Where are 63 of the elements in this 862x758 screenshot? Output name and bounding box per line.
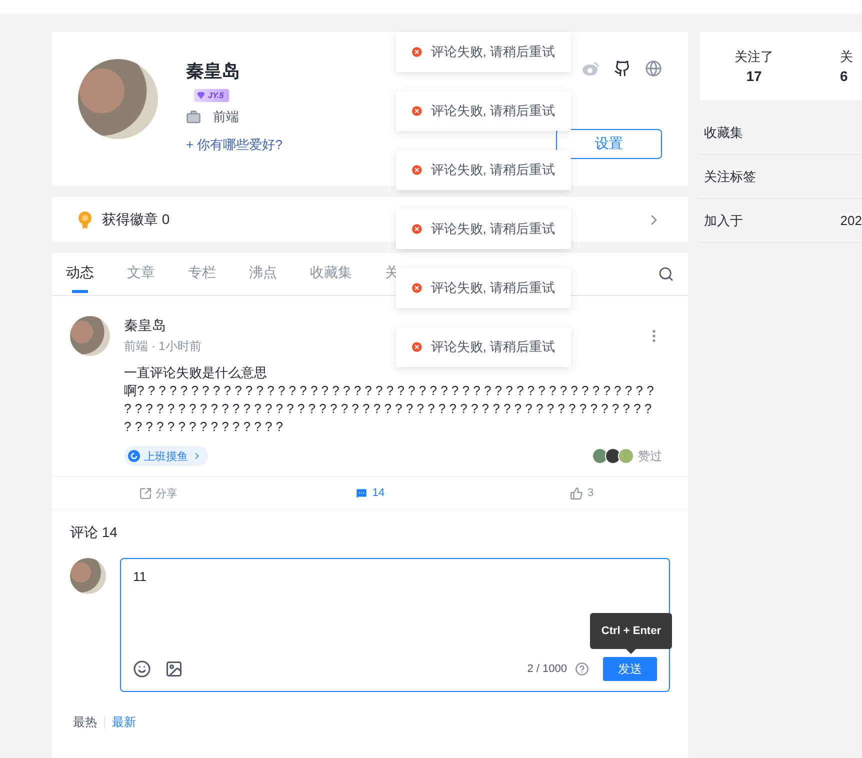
char-counter: 2 / 1000 [527, 663, 567, 675]
briefcase-icon [186, 110, 201, 124]
job-title: 前端 [213, 108, 239, 126]
globe-icon[interactable] [645, 60, 662, 77]
stat-value: 6 [840, 68, 848, 84]
medal-icon [78, 210, 92, 228]
post-text: 一直评论失败是什么意思 [124, 364, 268, 382]
tab[interactable]: 沸点 [249, 253, 277, 295]
settings-button[interactable]: 设置 [556, 129, 662, 159]
avatar-circle [592, 448, 608, 464]
error-icon [412, 222, 422, 236]
badge-count: 获得徽章 0 [102, 210, 170, 228]
error-icon [412, 340, 422, 354]
photo-placeholder [70, 316, 110, 356]
stat-value: 17 [746, 68, 762, 84]
github-icon[interactable] [614, 60, 631, 77]
tab[interactable]: 收藏集 [310, 253, 352, 295]
topic-tag[interactable]: 上班摸鱼 [124, 446, 208, 466]
toast-message: 评论失败, 请稍后重试 [430, 102, 555, 120]
error-icon [412, 163, 422, 177]
post-meta: 前端 · 1小时前 [124, 338, 202, 355]
stat-label: 关 [840, 48, 853, 66]
post-text: 啊? ? ? ? ? ? ? ? ? ? ? ? ? ? ? ? ? ? ? ? ? ? ? ? ? ? ? ? ? ? ? ? ? ? ? ? ? ? ? ? ? ? ? ? ? ? ? ? ? ? ? ? ? ? ? ? ? ? ? ? ? ? ? ? ? ? ? ? ? ? ? ? ? ? ? ? ? ? ? ? ? ? ? ? ? ? ? ? ? ? ? ? ? ? ? ? ? ? ? ? ? ? ? ? ? ? ? ? ? ? ? ? [124, 382, 655, 436]
comment-editor[interactable]: 11 Ctrl + Enter 2 / 1000 发送 [120, 558, 670, 692]
avatar-circle [605, 448, 621, 464]
error-icon [412, 281, 422, 295]
avatar-circle [618, 448, 634, 464]
emoji-icon[interactable] [133, 660, 151, 678]
toast-message: 评论失败, 请稍后重试 [430, 220, 555, 238]
search-icon[interactable] [658, 266, 674, 282]
sort-option[interactable]: 最新 [105, 714, 143, 731]
comment-icon [355, 486, 368, 500]
action-button[interactable]: 3 [476, 477, 688, 509]
thumbs-up-icon [570, 486, 584, 500]
action-button[interactable]: 分享 [52, 477, 264, 509]
tab[interactable]: 文章 [127, 253, 155, 295]
author-name: 秦皇岛 [124, 317, 167, 335]
action-button[interactable]: 14 [264, 477, 476, 509]
error-icon [412, 45, 422, 59]
sidebar-value: 202 [840, 213, 862, 228]
stat-label: 关注了 [734, 48, 774, 66]
toast-message: 评论失败, 请稍后重试 [430, 279, 555, 297]
tab[interactable]: 专栏 [188, 253, 216, 295]
send-button[interactable]: 发送 [603, 657, 657, 681]
help-icon[interactable] [575, 662, 589, 676]
sidebar-label: 加入于 [704, 212, 743, 230]
toast-message: 评论失败, 请稍后重试 [430, 161, 555, 179]
likers-label: 赞过 [638, 448, 662, 464]
toast-message: 评论失败, 请稍后重试 [430, 43, 555, 61]
photo-placeholder [70, 558, 106, 594]
sidebar-label[interactable]: 收藏集 [704, 124, 743, 142]
shortcut-tooltip: Ctrl + Enter [590, 613, 672, 649]
hobby-link[interactable]: + 你有哪些爱好? [186, 136, 282, 154]
image-icon[interactable] [165, 660, 183, 678]
toast-message: 评论失败, 请稍后重试 [430, 338, 555, 356]
user-name: 秦皇岛 [186, 60, 240, 83]
level-badge: JY.5 [194, 89, 229, 102]
sidebar-label[interactable]: 关注标签 [704, 168, 756, 186]
refresh-icon [128, 450, 140, 462]
error-icon [412, 104, 422, 118]
sort-option[interactable]: 最热 [73, 714, 104, 731]
share-icon [138, 486, 152, 500]
comments-title: 评论 14 [70, 524, 118, 542]
